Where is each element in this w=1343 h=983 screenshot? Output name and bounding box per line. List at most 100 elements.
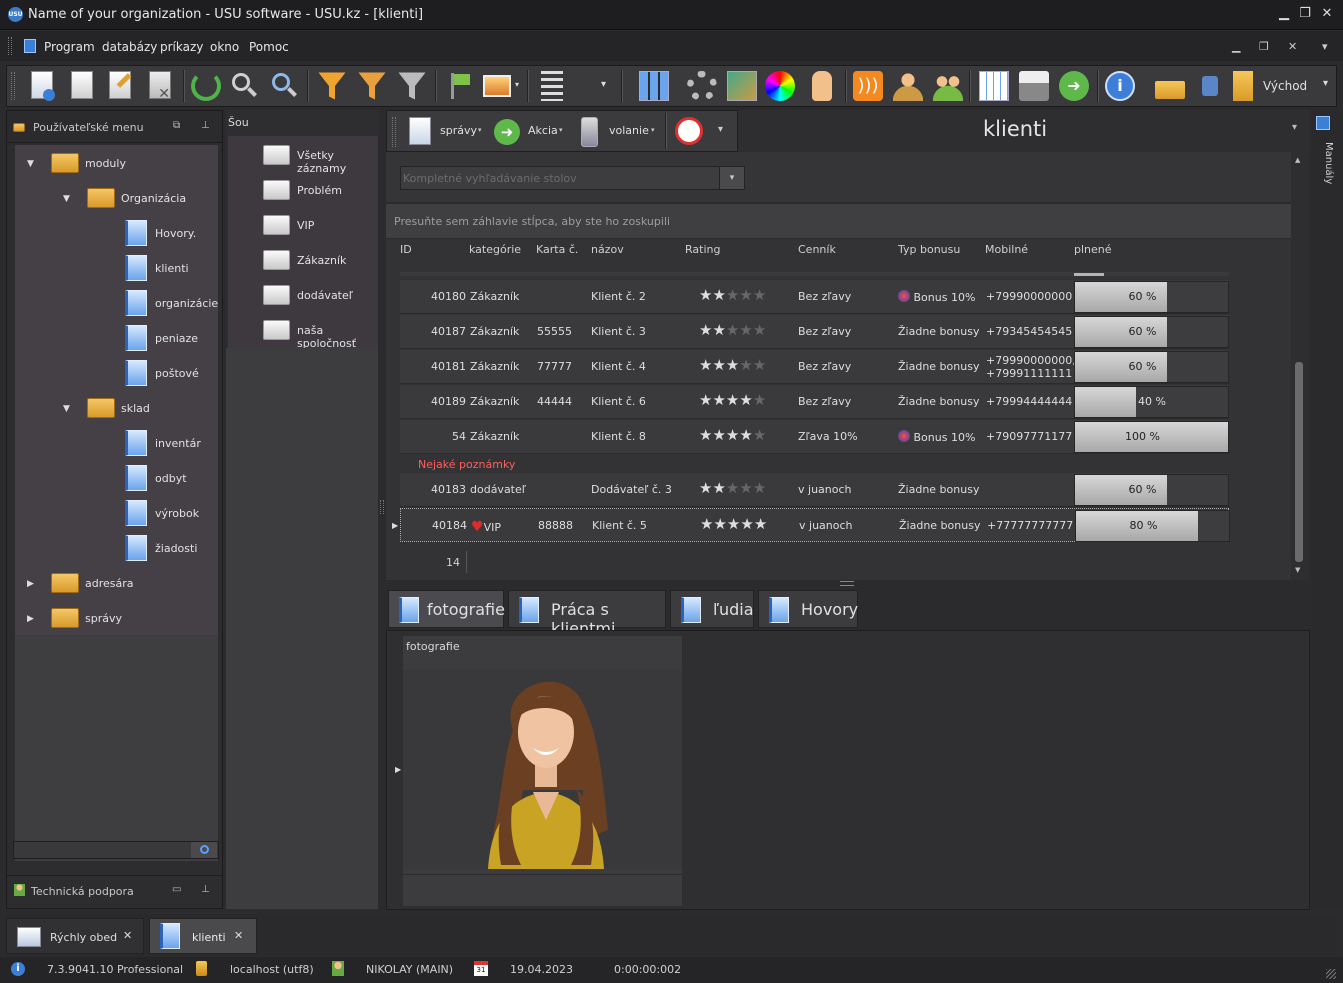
tree-item-hovory[interactable]: Hovory.	[155, 227, 196, 240]
mdi-close-button[interactable]: ✕	[1288, 40, 1297, 53]
advanced-search-icon[interactable]	[269, 71, 299, 101]
rating-star-icon[interactable]: ★	[726, 321, 739, 339]
rating-star-icon[interactable]: ★	[753, 479, 766, 497]
column-header-bonus-type[interactable]: Typ bonusu	[898, 243, 960, 256]
flag-icon[interactable]	[445, 71, 475, 101]
doc-tab-rychly-obed[interactable]: Rýchly obed ✕	[6, 918, 144, 954]
tree-item-sklad[interactable]: sklad	[121, 402, 150, 415]
user-settings-icon[interactable]	[893, 71, 923, 101]
users-icon[interactable]	[933, 71, 963, 101]
tree-item-klienti[interactable]: klienti	[155, 262, 189, 275]
new-record-icon[interactable]	[27, 71, 57, 101]
tree-item-spravy[interactable]: správy	[85, 612, 122, 625]
rating-star-icon[interactable]: ★	[699, 426, 712, 444]
color-wheel-icon[interactable]	[765, 71, 795, 101]
rating-star-icon[interactable]: ★	[712, 391, 725, 409]
menubar-grip[interactable]	[8, 37, 12, 55]
rating-star-icon[interactable]: ★	[712, 321, 725, 339]
column-header-mobile[interactable]: Mobilné	[985, 243, 1028, 256]
phone-icon[interactable]	[581, 117, 598, 147]
rating-star-icon[interactable]: ★	[740, 515, 753, 533]
menu-prikazy[interactable]: príkazy	[160, 40, 203, 54]
table-row[interactable]: 54 Zákazník Klient č. 8 ★★★★★ Zľava 10% Bonu…	[400, 420, 1229, 454]
table-row[interactable]: 40189 Zákazník 44444 Klient č. 6 ★★★★★ Bez zľ…	[400, 385, 1229, 419]
rating-star-icon[interactable]: ★	[753, 286, 766, 304]
collapse-arrow-icon[interactable]: ▼	[27, 159, 34, 169]
expand-arrow-icon[interactable]: ▶	[27, 614, 34, 624]
rating-star-icon[interactable]: ★	[739, 391, 752, 409]
table-row[interactable]: 40183 dodávateľ Dodávateľ č. 3 ★★★★★ v juano…	[400, 473, 1229, 507]
tree-item-inventar[interactable]: inventár	[155, 437, 201, 450]
tree-item-peniaze[interactable]: peniaze	[155, 332, 198, 345]
call-dropdown-arrow-icon[interactable]: ▾	[651, 126, 655, 134]
tree-item-vyrobok[interactable]: výrobok	[155, 507, 199, 520]
rating-star-icon[interactable]: ★	[726, 356, 739, 374]
rating-star-icon[interactable]: ★	[739, 479, 752, 497]
mdi-restore-button[interactable]: ❐	[1259, 40, 1269, 53]
clock-icon[interactable]	[675, 117, 703, 145]
header-overflow-icon[interactable]: ▾	[1292, 122, 1297, 133]
call-dropdown[interactable]: volanie	[609, 124, 649, 137]
rating-star-icon[interactable]: ★	[712, 426, 725, 444]
grid-view-icon[interactable]	[639, 71, 669, 101]
scroll-up-icon[interactable]: ▲	[1295, 156, 1300, 164]
rating-star-icon[interactable]: ★	[699, 286, 712, 304]
map-icon[interactable]	[727, 71, 757, 101]
print-icon[interactable]	[1019, 71, 1049, 101]
table-row[interactable]: 40180 Zákazník Klient č. 2 ★★★★★ Bez zľavy B…	[400, 280, 1229, 314]
search-dropdown-button[interactable]: ▾	[719, 166, 745, 190]
refresh-icon[interactable]	[191, 71, 221, 101]
tab-ludia[interactable]: ľudia	[670, 590, 754, 628]
manuals-tab[interactable]: Manuály	[1314, 142, 1334, 184]
pin-panel-icon[interactable]: ⊥	[201, 884, 210, 895]
filter-settings-icon[interactable]	[357, 71, 387, 101]
exit-door-icon[interactable]	[1229, 71, 1259, 101]
info-icon[interactable]: i	[1105, 71, 1135, 101]
plugin-icon[interactable]	[1195, 71, 1225, 101]
column-header-filled[interactable]: plnené	[1074, 243, 1112, 256]
maximize-button[interactable]: ❐	[1298, 7, 1312, 21]
client-photo[interactable]	[403, 670, 682, 869]
picture-dropdown-icon[interactable]: ▾	[515, 80, 519, 89]
filter-clear-icon[interactable]	[397, 71, 427, 101]
tree-item-postove[interactable]: poštové	[155, 367, 199, 380]
mdi-minimize-button[interactable]: ▁	[1232, 40, 1240, 53]
table-row[interactable]: 40184 ♥VIP 88888 Klient č. 5 ★★★★★ v juanoch …	[400, 508, 1230, 542]
menu-pomoc[interactable]: Pomoc	[249, 40, 289, 54]
column-header-card[interactable]: Karta č.	[536, 243, 578, 256]
rating-star-icon[interactable]: ★	[727, 515, 740, 533]
rating-star-icon[interactable]: ★	[726, 286, 739, 304]
minimize-button[interactable]: ▁	[1277, 7, 1291, 21]
collapse-arrow-icon[interactable]: ▼	[63, 404, 70, 414]
rating-star-icon[interactable]: ★	[712, 356, 725, 374]
search-icon[interactable]	[229, 71, 259, 101]
table-row[interactable]: 40181 Zákazník 77777 Klient č. 4 ★★★★★ Bez zľ…	[400, 350, 1229, 384]
close-tab-icon[interactable]: ✕	[234, 929, 243, 942]
filter-item-dodavatel[interactable]: dodávateľ	[297, 289, 353, 302]
expand-arrow-icon[interactable]: ▶	[27, 579, 34, 589]
rating-star-icon[interactable]: ★	[726, 391, 739, 409]
tree-item-adresara[interactable]: adresára	[85, 577, 134, 590]
tree-item-moduly[interactable]: moduly	[85, 157, 126, 170]
rating-star-icon[interactable]: ★	[739, 321, 752, 339]
column-header-category[interactable]: kategórie	[469, 243, 521, 256]
table-search-input[interactable]: Kompletné vyhľadávanie stolov	[400, 166, 720, 190]
picture-icon[interactable]	[483, 71, 513, 101]
grid-vertical-scrollbar[interactable]: ▲ ▼	[1291, 152, 1309, 580]
menu-search-input[interactable]	[13, 841, 219, 859]
rating-star-icon[interactable]: ★	[699, 479, 712, 497]
action-arrow-icon[interactable]: ➜	[494, 119, 520, 145]
rating-star-icon[interactable]: ★	[754, 515, 767, 533]
rating-star-icon[interactable]: ★	[753, 356, 766, 374]
rss-icon[interactable]: )))	[853, 71, 883, 101]
settings-gear-icon[interactable]	[687, 71, 717, 101]
action-dropdown-arrow-icon[interactable]: ▾	[559, 126, 563, 134]
resize-grip[interactable]	[1326, 969, 1336, 979]
reports-icon[interactable]	[409, 117, 431, 145]
rating-star-icon[interactable]: ★	[739, 426, 752, 444]
group-by-bar[interactable]: Presuňte sem záhlavie stĺpca, aby ste ho…	[386, 204, 1291, 238]
column-header-rating[interactable]: Rating	[685, 243, 720, 256]
support-title[interactable]: Technická podpora	[31, 885, 134, 898]
close-tab-icon[interactable]: ✕	[123, 929, 132, 942]
rating-star-icon[interactable]: ★	[739, 356, 752, 374]
